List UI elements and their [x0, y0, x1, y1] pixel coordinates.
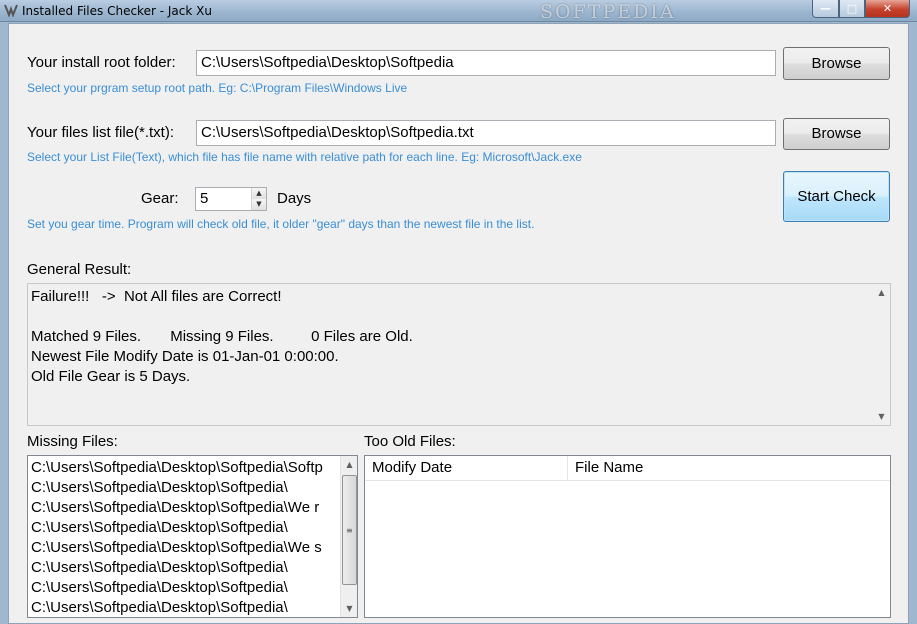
browse-root-button[interactable]: Browse: [783, 47, 890, 80]
list-item[interactable]: C:\Users\Softpedia\Desktop\Softpedia\We …: [31, 539, 322, 556]
listview-header: Modify Date File Name: [365, 456, 890, 481]
scroll-up-icon[interactable]: ▲: [341, 456, 357, 473]
files-list-label: Your files list file(*.txt):: [27, 124, 174, 141]
title-bar[interactable]: Installed Files Checker - Jack Xu SOFTPE…: [0, 0, 917, 23]
result-line: Old File Gear is 5 Days.: [31, 368, 191, 385]
list-item[interactable]: C:\Users\Softpedia\Desktop\Softpedia\: [31, 519, 288, 536]
main-form: Your install root folder: C:\Users\Softp…: [8, 23, 909, 624]
close-icon: ✕: [882, 2, 893, 15]
maximize-icon: □: [846, 2, 858, 15]
close-button[interactable]: ✕: [865, 0, 910, 18]
result-line: Matched 9 Files. Missing 9 Files. 0 File…: [31, 328, 413, 345]
list-item[interactable]: C:\Users\Softpedia\Desktop\Softpedia\: [31, 559, 288, 576]
scroll-thumb[interactable]: ≡: [342, 475, 357, 585]
gear-down-icon[interactable]: ▼: [251, 199, 266, 210]
install-root-input[interactable]: C:\Users\Softpedia\Desktop\Softpedia: [196, 50, 776, 76]
missing-files-scrollbar[interactable]: ▲ ≡ ▼: [340, 456, 357, 617]
column-header-modify-date[interactable]: Modify Date: [365, 456, 568, 481]
gear-value: 5: [200, 190, 209, 207]
install-root-label: Your install root folder:: [27, 54, 176, 71]
general-result-textarea[interactable]: Failure!!! -> Not All files are Correct!…: [27, 283, 891, 426]
list-item[interactable]: C:\Users\Softpedia\Desktop\Softpedia\: [31, 579, 288, 596]
app-icon: [4, 4, 18, 17]
list-item[interactable]: C:\Users\Softpedia\Desktop\Softpedia\: [31, 479, 288, 496]
result-line: Failure!!! -> Not All files are Correct!: [31, 288, 282, 305]
list-item[interactable]: C:\Users\Softpedia\Desktop\Softpedia\Sof…: [31, 459, 323, 476]
too-old-files-label: Too Old Files:: [364, 433, 456, 450]
gear-hint: Set you gear time. Program will check ol…: [27, 217, 535, 231]
gear-label: Gear:: [141, 190, 179, 207]
general-result-label: General Result:: [27, 261, 132, 278]
files-list-input[interactable]: C:\Users\Softpedia\Desktop\Softpedia.txt: [196, 120, 776, 146]
missing-files-label: Missing Files:: [27, 433, 118, 450]
scroll-down-icon[interactable]: ▼: [873, 408, 890, 425]
watermark: SOFTPEDIA: [540, 1, 676, 23]
minimize-icon: —: [820, 2, 831, 15]
maximize-button[interactable]: □: [839, 0, 865, 18]
result-line: Newest File Modify Date is 01-Jan-01 0:0…: [31, 348, 339, 365]
gear-up-icon[interactable]: ▲: [251, 188, 266, 199]
window-title: Installed Files Checker - Jack Xu: [22, 4, 212, 18]
gear-unit-label: Days: [277, 190, 312, 207]
install-root-hint: Select your prgram setup root path. Eg: …: [27, 81, 408, 95]
too-old-files-listview[interactable]: Modify Date File Name: [364, 455, 891, 618]
scroll-down-icon[interactable]: ▼: [341, 600, 357, 617]
gear-stepper[interactable]: 5 ▲ ▼: [195, 187, 267, 211]
scroll-up-icon[interactable]: ▲: [873, 284, 890, 301]
missing-files-list[interactable]: C:\Users\Softpedia\Desktop\Softpedia\Sof…: [27, 455, 358, 618]
start-check-button[interactable]: Start Check: [783, 171, 890, 222]
minimize-button[interactable]: —: [812, 0, 839, 18]
list-item[interactable]: C:\Users\Softpedia\Desktop\Softpedia\We …: [31, 499, 319, 516]
result-scrollbar[interactable]: ▲ ▼: [873, 284, 890, 425]
grip-icon: ≡: [346, 526, 353, 535]
files-list-hint: Select your List File(Text), which file …: [27, 150, 582, 164]
column-header-file-name[interactable]: File Name: [568, 456, 890, 481]
list-item[interactable]: C:\Users\Softpedia\Desktop\Softpedia\: [31, 599, 288, 616]
browse-list-button[interactable]: Browse: [783, 118, 890, 150]
